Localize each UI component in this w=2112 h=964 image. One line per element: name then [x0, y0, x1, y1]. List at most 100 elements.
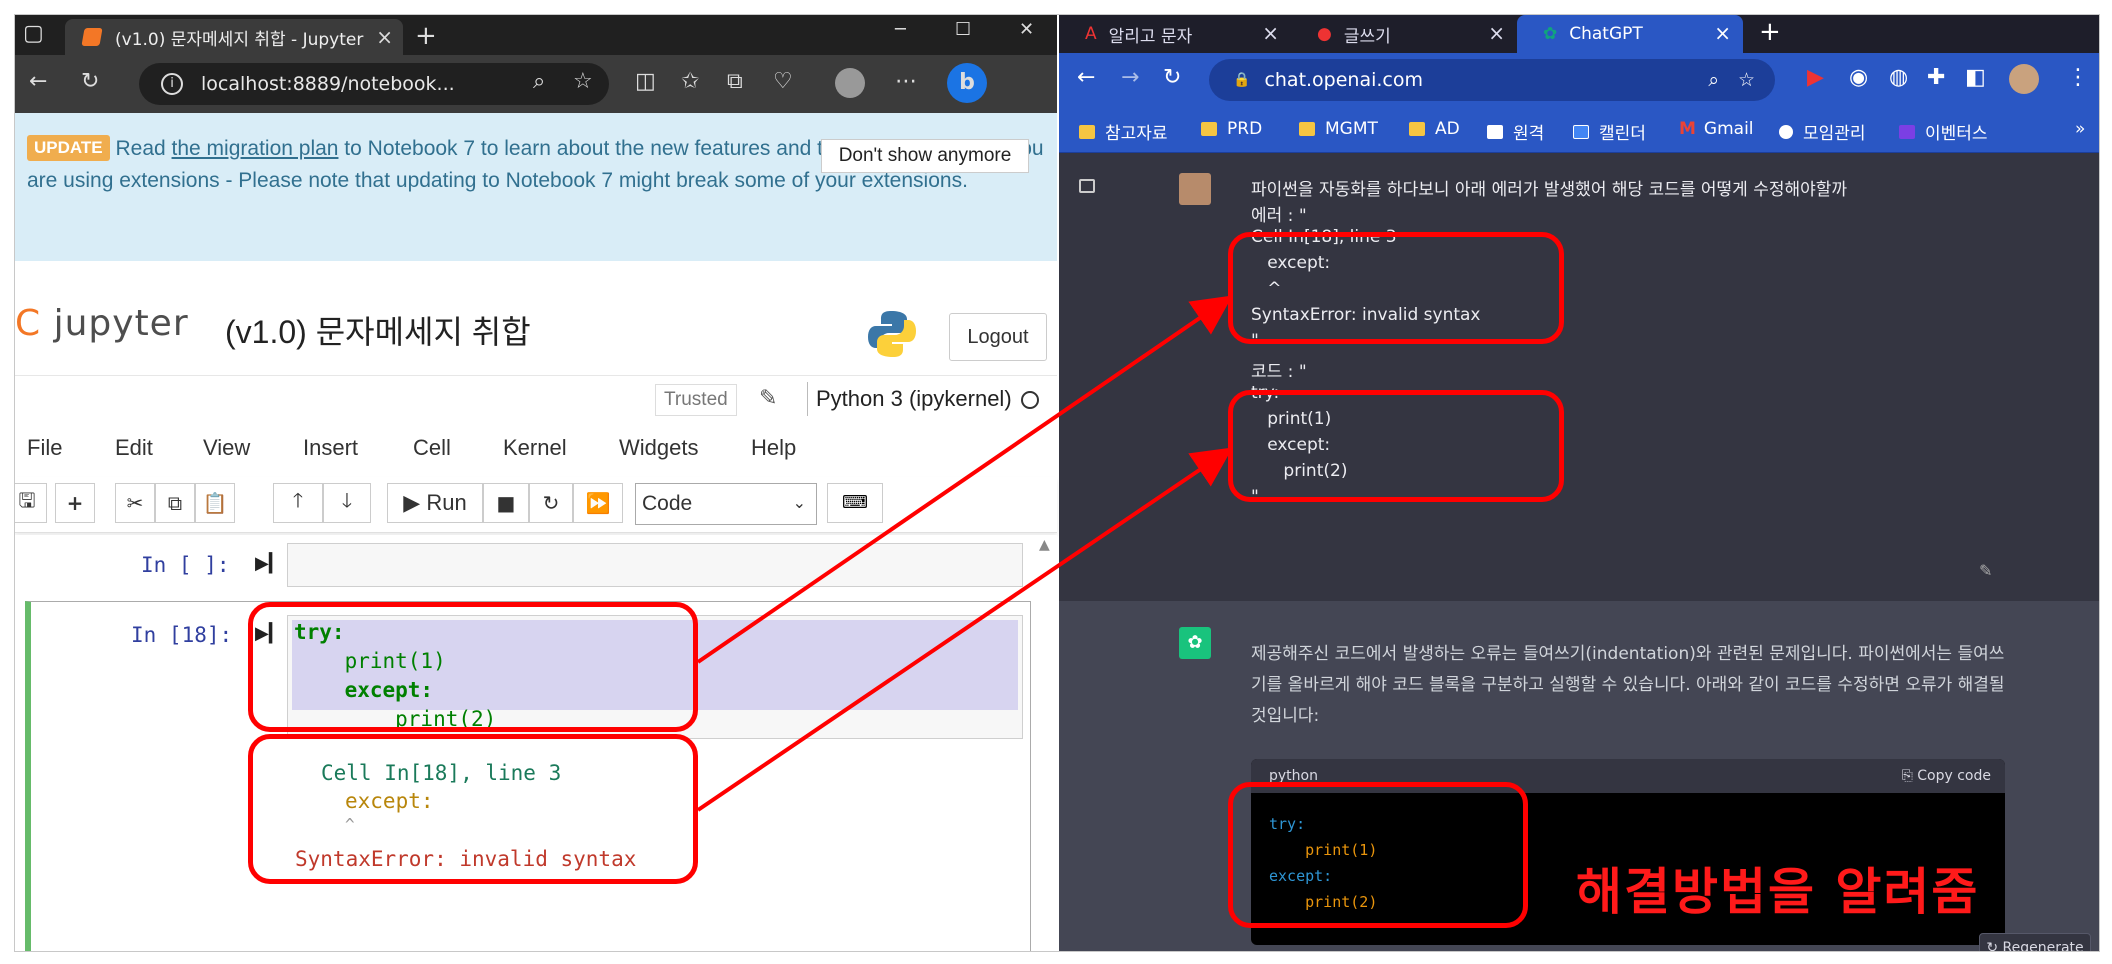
camera-extension-icon[interactable]: ◉	[1849, 65, 1868, 90]
stop-icon[interactable]: ■	[483, 483, 529, 523]
chrome-address-bar[interactable]: 🔒 chat.openai.com ⌕ ☆	[1209, 59, 1775, 101]
bookmark-5[interactable]: 원격	[1487, 119, 1544, 144]
run-cell-icon[interactable]: ▶▎	[255, 553, 283, 574]
tab-chatgpt[interactable]: ✿ ChatGPT ×	[1517, 15, 1743, 53]
health-icon[interactable]: ♡	[773, 69, 793, 94]
assistant-text: 제공해주신 코드에서 발생하는 오류는 들여쓰기(indentation)와 관…	[1251, 644, 2005, 726]
notebook-title[interactable]: (v1.0) 문자메세지 취합	[225, 307, 531, 353]
back-icon[interactable]: ←	[1077, 65, 1095, 90]
bookmark-3[interactable]: MGMT	[1299, 119, 1378, 139]
youtube-extension-icon[interactable]: ▶	[1807, 65, 1824, 90]
profile-avatar[interactable]	[2009, 64, 2039, 94]
folder-icon	[1299, 122, 1315, 136]
bing-icon[interactable]: b	[947, 63, 987, 103]
forward-icon[interactable]: →	[1121, 65, 1139, 90]
empty-cell-input[interactable]	[287, 543, 1023, 587]
annotation-box-notebook-error	[248, 734, 698, 884]
scroll-up-icon[interactable]: ▲	[1039, 537, 1050, 553]
puzzle-icon[interactable]: ✚	[1927, 65, 1945, 90]
annotation-box-fixed-code	[1228, 782, 1528, 928]
collections-icon[interactable]: ⧉	[727, 69, 743, 94]
minimize-icon[interactable]: ─	[895, 19, 906, 40]
cut-icon[interactable]: ✂	[115, 483, 155, 523]
menu-insert[interactable]: Insert	[303, 435, 358, 461]
paste-icon[interactable]: 📋	[195, 483, 235, 523]
bookmark-9[interactable]: 이벤터스	[1899, 119, 1988, 144]
sidebar-toggle-icon[interactable]	[1079, 179, 1095, 193]
bookmark-8[interactable]: 모임관리	[1779, 119, 1866, 144]
refresh-icon[interactable]: ↻	[81, 69, 99, 94]
empty-cell-prompt: In [ ]:	[141, 553, 230, 577]
more-bookmarks-icon[interactable]: »	[2075, 119, 2085, 139]
more-menu-icon[interactable]: ⋯	[895, 69, 917, 94]
menu-edit[interactable]: Edit	[115, 435, 153, 461]
favorite-star-icon[interactable]: ☆	[573, 69, 593, 94]
tab-actions-icon[interactable]: ▢	[23, 21, 44, 46]
fast-forward-icon[interactable]: ⏩	[573, 483, 623, 523]
menu-widgets[interactable]: Widgets	[619, 435, 698, 461]
edge-tab-jupyter[interactable]: (v1.0) 문자메세지 취합 - Jupyter ×	[65, 19, 403, 55]
annotation-box-notebook-code	[248, 602, 698, 732]
bookmark-1[interactable]: 참고자료	[1079, 119, 1168, 144]
bookmark-label: 모임관리	[1803, 124, 1866, 144]
bookmark-6[interactable]: 캘린더	[1573, 119, 1646, 144]
side-panel-icon[interactable]: ◧	[1965, 65, 1986, 90]
menu-help[interactable]: Help	[751, 435, 796, 461]
tab-write[interactable]: ● 글쓰기 ×	[1291, 15, 1517, 53]
restart-icon[interactable]: ↻	[529, 483, 573, 523]
save-icon[interactable]: 🖫	[15, 483, 47, 523]
edit-message-icon[interactable]: ✎	[1979, 561, 1992, 580]
menu-view[interactable]: View	[203, 435, 250, 461]
menu-cell[interactable]: Cell	[413, 435, 451, 461]
menu-kernel[interactable]: Kernel	[503, 435, 567, 461]
logout-button[interactable]: Logout	[949, 313, 1047, 361]
more-menu-icon[interactable]: ⋮	[2067, 65, 2089, 90]
keyboard-icon[interactable]: ⌨	[827, 483, 883, 523]
write-favicon-icon: ●	[1317, 24, 1332, 44]
copy-icon[interactable]: ⧉	[155, 483, 195, 523]
cell-type-select[interactable]: Code ⌄	[635, 483, 817, 525]
close-tab-icon[interactable]: ×	[1714, 21, 1731, 45]
add-cell-icon[interactable]: +	[55, 483, 95, 523]
kernel-name[interactable]: Python 3 (ipykernel)	[807, 382, 1012, 416]
new-tab-icon[interactable]: +	[415, 21, 437, 51]
jupyter-logo[interactable]: C jupyter	[15, 303, 189, 344]
maximize-icon[interactable]: ☐	[955, 19, 971, 40]
trusted-indicator[interactable]: Trusted	[655, 384, 737, 416]
run-button[interactable]: ▶ Run	[387, 483, 483, 523]
user-message: 파이썬을 자동화를 하다보니 아래 에러가 발생했어 해당 코드를 어떻게 수정…	[1059, 153, 2099, 601]
favorites-icon[interactable]: ✩	[681, 69, 699, 94]
edit-pencil-icon[interactable]: ✎	[759, 386, 777, 411]
dont-show-button[interactable]: Don't show anymore	[821, 139, 1029, 173]
zoom-icon[interactable]: ⌕	[533, 69, 545, 94]
bookmark-star-icon[interactable]: ☆	[1738, 69, 1755, 91]
menu-file[interactable]: File	[27, 435, 62, 461]
kernel-idle-indicator	[1021, 391, 1039, 409]
regenerate-button[interactable]: ↻ Regenerate	[1979, 933, 2091, 951]
new-tab-icon[interactable]: +	[1759, 17, 1781, 47]
close-tab-icon[interactable]: ×	[376, 25, 393, 49]
close-icon[interactable]: ✕	[1019, 19, 1034, 40]
edge-tab-bar: ▢ (v1.0) 문자메세지 취합 - Jupyter × + ─ ☐ ✕	[15, 15, 1057, 55]
split-screen-icon[interactable]: ◫	[635, 69, 656, 94]
bookmark-7[interactable]: M Gmail	[1679, 119, 1754, 139]
close-tab-icon[interactable]: ×	[1262, 21, 1279, 45]
info-icon[interactable]: i	[161, 73, 183, 95]
extension-icon[interactable]: ◍	[1889, 65, 1908, 90]
bookmarks-bar: 참고자료 PRD MGMT AD 원격 캘린더 M Gmail 모임관리 이벤터스…	[1059, 109, 2099, 153]
back-icon[interactable]: ←	[29, 69, 47, 94]
migration-plan-link[interactable]: the migration plan	[172, 137, 339, 160]
user-line-7: 코드 : "	[1251, 362, 1307, 382]
chevron-down-icon: ⌄	[792, 495, 806, 512]
bookmark-2[interactable]: PRD	[1201, 119, 1262, 139]
move-down-icon[interactable]: 🡓	[323, 483, 371, 523]
move-up-icon[interactable]: 🡑	[273, 483, 323, 523]
copy-code-button[interactable]: ⎘ Copy code	[1902, 759, 1991, 793]
refresh-icon[interactable]: ↻	[1163, 65, 1181, 90]
chrome-address-row: ← → ↻ 🔒 chat.openai.com ⌕ ☆ ▶ ◉ ◍ ✚ ◧ ⋮	[1059, 53, 2099, 109]
bookmark-4[interactable]: AD	[1409, 119, 1460, 139]
zoom-icon[interactable]: ⌕	[1708, 69, 1719, 91]
profile-avatar[interactable]	[835, 68, 865, 98]
tab-aligo[interactable]: A 알리고 문자 ×	[1059, 15, 1291, 53]
close-tab-icon[interactable]: ×	[1488, 21, 1505, 45]
